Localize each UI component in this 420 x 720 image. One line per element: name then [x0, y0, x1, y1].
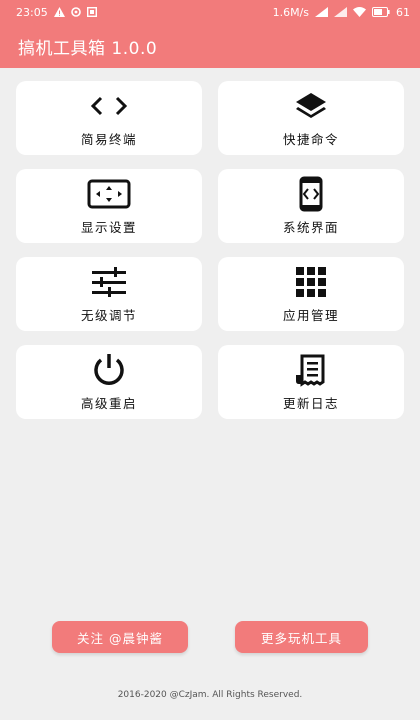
app-bar: 搞机工具箱 1.0.0 — [0, 24, 420, 68]
status-bar: 23:05 1.6M/s 61 — [0, 0, 420, 24]
follow-button[interactable]: 关注 @晨钟酱 — [52, 621, 188, 653]
tile-label: 快捷命令 — [282, 131, 339, 147]
tile-label: 显示设置 — [80, 219, 137, 235]
app-title: 搞机工具箱 1.0.0 — [18, 38, 158, 59]
screen-expand-icon — [87, 177, 131, 211]
signal-icon-2 — [334, 7, 347, 17]
tile-label: 简易终端 — [80, 131, 137, 147]
tile-stepless-adjust[interactable]: 无级调节 — [16, 257, 202, 331]
tile-label: 应用管理 — [282, 307, 339, 323]
tile-label: 更新日志 — [282, 395, 339, 411]
wifi-icon — [353, 7, 366, 17]
receipt-icon — [293, 353, 329, 387]
tile-app-manager[interactable]: 应用管理 — [218, 257, 404, 331]
tile-advanced-reboot[interactable]: 高级重启 — [16, 345, 202, 419]
tile-quick-command[interactable]: 快捷命令 — [218, 81, 404, 155]
battery-icon — [372, 7, 390, 17]
tile-display-settings[interactable]: 显示设置 — [16, 169, 202, 243]
code-icon — [89, 89, 129, 123]
tile-terminal[interactable]: 简易终端 — [16, 81, 202, 155]
power-icon — [91, 353, 127, 387]
status-right: 1.6M/s 61 — [273, 6, 410, 19]
apps-grid-icon — [295, 265, 327, 299]
tile-label: 系统界面 — [282, 219, 339, 235]
warning-icon — [53, 7, 65, 17]
tool-grid: 简易终端 快捷命令 显示设置 系统界面 无级调节 应用管理 高级重启 更新日志 — [16, 81, 404, 419]
notification-icon — [86, 7, 97, 17]
signal-icon — [315, 7, 328, 17]
tile-label: 高级重启 — [80, 395, 137, 411]
layers-icon — [294, 89, 328, 123]
tile-label: 无级调节 — [80, 307, 137, 323]
status-left: 23:05 — [16, 6, 97, 19]
copyright-footer: 2016-2020 @CzJam. All Rights Reserved. — [117, 690, 303, 700]
sync-icon — [70, 7, 81, 17]
tile-changelog[interactable]: 更新日志 — [218, 345, 404, 419]
phone-code-icon — [299, 176, 323, 211]
battery-level: 61 — [396, 5, 410, 19]
more-tools-button[interactable]: 更多玩机工具 — [235, 621, 368, 653]
tile-system-ui[interactable]: 系统界面 — [218, 169, 404, 243]
network-speed: 1.6M/s — [272, 5, 309, 19]
status-time: 23:05 — [16, 5, 48, 19]
sliders-icon — [90, 265, 128, 299]
